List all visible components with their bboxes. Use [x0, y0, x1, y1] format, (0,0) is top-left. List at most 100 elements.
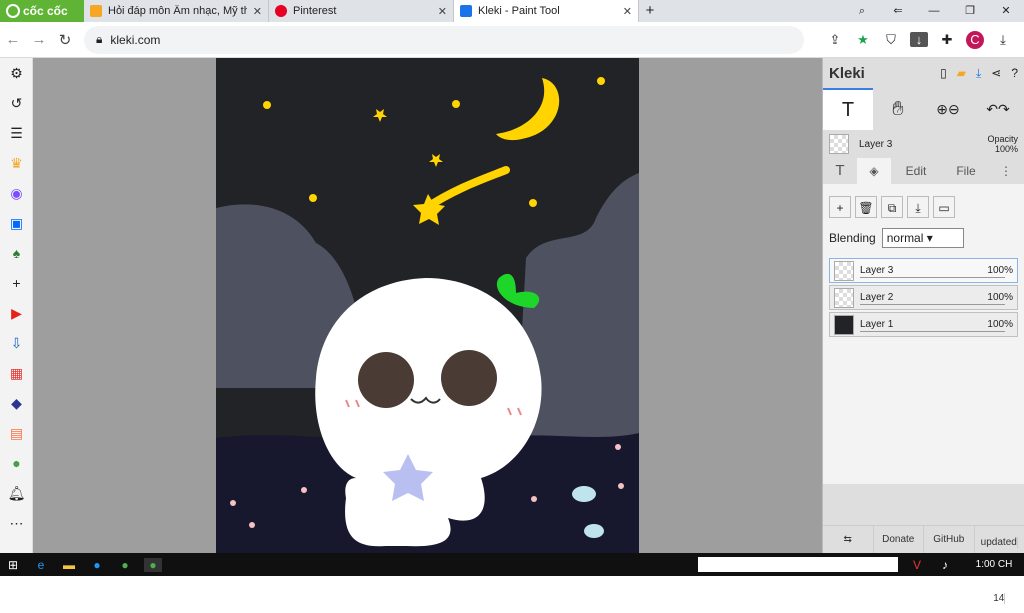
layer-opacity-slider[interactable]	[860, 277, 1005, 278]
layer-item[interactable]: Layer 3 100%	[829, 258, 1018, 283]
plus-icon[interactable]: +	[0, 268, 33, 298]
bell-icon[interactable]: 🔔︎	[0, 478, 33, 508]
downloads-icon[interactable]: ⤓	[994, 32, 1012, 48]
text-tool-icon[interactable]: T	[823, 88, 873, 130]
layer-thumbnail	[834, 261, 854, 281]
help-icon[interactable]: ?	[1011, 66, 1018, 80]
calendar-icon[interactable]: ▦	[0, 358, 33, 388]
canvas-workspace[interactable]	[33, 58, 822, 553]
zalo-icon[interactable]: ▣	[0, 208, 33, 238]
reload-icon[interactable]: ↻	[52, 31, 78, 49]
taskbar-search[interactable]	[698, 557, 898, 572]
tray-app-icon[interactable]: V	[908, 558, 926, 572]
save-download-icon[interactable]: ⤓	[976, 66, 981, 81]
youtube-icon[interactable]: ▶	[0, 298, 33, 328]
messenger-icon[interactable]: ◉	[0, 178, 33, 208]
app-icon[interactable]: ◆	[0, 388, 33, 418]
download-page-icon[interactable]: ↓	[910, 32, 928, 47]
windows-start-icon[interactable]: ⊞	[4, 558, 22, 572]
kleki-logo: Kleki	[829, 65, 930, 82]
layer-thumbnail	[834, 288, 854, 308]
donate-link[interactable]: Donate	[874, 526, 925, 553]
tab-title: Kleki - Paint Tool	[478, 5, 617, 17]
close-icon[interactable]: ✕	[438, 5, 447, 18]
bubble	[618, 483, 624, 489]
star-dot	[263, 101, 271, 109]
bookmark-star-icon[interactable]: ★	[854, 32, 872, 48]
tab-edit[interactable]: Edit	[891, 158, 941, 184]
new-tab-icon[interactable]: +	[639, 0, 661, 22]
layer-opacity: 100%	[987, 265, 1013, 276]
search-tabs-icon[interactable]: ⌕	[844, 0, 880, 22]
close-icon[interactable]: ✕	[253, 5, 262, 18]
window-controls: ⌕ ⇐ — ❐ ✕	[844, 0, 1024, 22]
star-dot	[597, 77, 605, 85]
undo-redo-icon[interactable]: ↶↷	[973, 88, 1023, 130]
avatar[interactable]: C	[966, 31, 984, 49]
restore-icon[interactable]: ❐	[952, 0, 988, 22]
tab-hoidap[interactable]: Hỏi đáp môn Âm nhạc, Mỹ thuật ✕	[84, 0, 269, 22]
file-explorer-icon[interactable]: ▬	[60, 558, 78, 572]
more-vertical-icon[interactable]: ⋮	[991, 158, 1021, 184]
delete-layer-icon[interactable]: 🗑︎	[855, 196, 877, 218]
url-field[interactable]: 🔒︎ kleki.com	[84, 26, 804, 54]
browser-brand[interactable]: cốc cốc	[0, 0, 84, 22]
open-folder-icon[interactable]: ▰	[957, 66, 966, 80]
history-icon[interactable]: ↺	[0, 88, 33, 118]
forward-icon[interactable]: →	[26, 31, 52, 48]
layer-name: Layer 3	[860, 265, 981, 276]
tab-file[interactable]: File	[941, 158, 991, 184]
hand-tool-icon[interactable]: ✋︎	[873, 88, 923, 130]
layer-thumbnail	[829, 134, 849, 154]
volume-icon[interactable]: ♪	[936, 558, 954, 572]
share-icon[interactable]: ⇪	[826, 32, 844, 48]
list-icon[interactable]: ☰	[0, 118, 33, 148]
zoom-icon[interactable]: ⊕⊖	[923, 88, 973, 130]
merge-layer-icon[interactable]: ⤓	[907, 196, 929, 218]
back-icon[interactable]: ←	[0, 31, 26, 48]
panel-tabs: T ◈ Edit File ⋮	[823, 158, 1024, 184]
layers-icon[interactable]: ◈	[857, 158, 891, 184]
zalo-taskbar-icon[interactable]: ●	[88, 558, 106, 572]
gear-icon[interactable]: ⚙	[0, 58, 33, 88]
layer-opacity-slider[interactable]	[860, 304, 1005, 305]
back-arrow-icon[interactable]: ⇐	[880, 0, 916, 22]
github-link[interactable]: GitHub	[924, 526, 975, 553]
more-icon[interactable]: ⋯	[0, 508, 33, 538]
layer-item[interactable]: Layer 1 100%	[829, 312, 1018, 337]
crown-icon[interactable]: ♛	[0, 148, 33, 178]
extensions-icon[interactable]: ✚	[938, 32, 956, 48]
rename-layer-icon[interactable]: ▭	[933, 196, 955, 218]
close-window-icon[interactable]: ✕	[988, 0, 1024, 22]
hoidap-favicon-icon	[90, 5, 102, 17]
blending-value: normal	[887, 231, 924, 245]
game-icon[interactable]: ♠	[0, 238, 33, 268]
edge-icon[interactable]: e	[32, 558, 50, 572]
layer-name: Layer 2	[860, 292, 981, 303]
tab-pinterest[interactable]: Pinterest ✕	[269, 0, 454, 22]
clock[interactable]: 1:00 CH	[964, 559, 1024, 570]
chat-icon[interactable]: ●	[0, 448, 33, 478]
tab-title: Pinterest	[293, 5, 432, 17]
tab-kleki[interactable]: Kleki - Paint Tool ✕	[454, 0, 639, 22]
share-icon[interactable]: ⋖	[991, 66, 1001, 80]
add-layer-icon[interactable]: +	[829, 196, 851, 218]
tab-text-tool[interactable]: T	[823, 158, 857, 184]
download-icon[interactable]: ⇩	[0, 328, 33, 358]
shield-icon[interactable]: ⛉	[882, 32, 900, 48]
ticket-icon[interactable]: ▤	[0, 418, 33, 448]
swap-side-icon[interactable]: ⇆	[823, 526, 874, 553]
drawing-canvas[interactable]	[216, 58, 639, 553]
coccoc-active-icon[interactable]: ●	[144, 558, 162, 572]
opacity-readout[interactable]: Opacity 100%	[987, 134, 1018, 154]
layer-item[interactable]: Layer 2 100%	[829, 285, 1018, 310]
minimize-icon[interactable]: —	[916, 0, 952, 22]
kleki-header: Kleki ▯ ▰ ⤓ ⋖ ?	[823, 58, 1024, 88]
duplicate-layer-icon[interactable]: ⧉	[881, 196, 903, 218]
close-icon[interactable]: ✕	[623, 5, 632, 18]
coccoc-taskbar-icon[interactable]: ●	[116, 558, 134, 572]
blending-select[interactable]: normal ▾	[882, 228, 964, 248]
star-dot	[452, 100, 460, 108]
layer-opacity-slider[interactable]	[860, 331, 1005, 332]
new-image-icon[interactable]: ▯	[940, 66, 947, 80]
